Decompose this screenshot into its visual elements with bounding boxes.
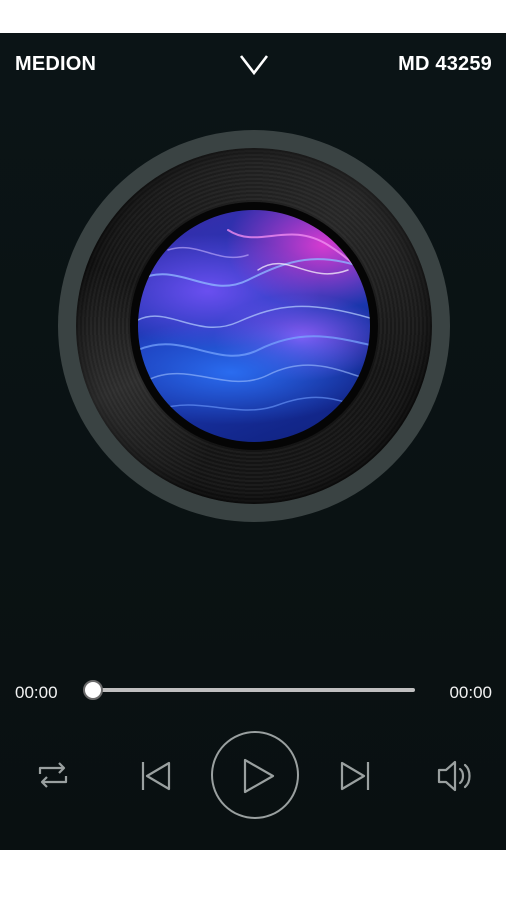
seek-bar[interactable] bbox=[83, 680, 415, 700]
seek-thumb[interactable] bbox=[83, 680, 103, 700]
device-model-label: MD 43259 bbox=[398, 53, 492, 75]
player-screen: MEDION MD 43259 00:00 00:00 bbox=[0, 33, 506, 850]
chevron-down-icon[interactable] bbox=[237, 49, 271, 79]
total-time: 00:00 bbox=[449, 683, 492, 702]
playback-controls bbox=[0, 731, 506, 821]
volume-icon[interactable] bbox=[436, 758, 476, 794]
repeat-icon[interactable] bbox=[34, 758, 72, 792]
brand-label: MEDION bbox=[15, 53, 97, 75]
skip-previous-icon[interactable] bbox=[139, 760, 173, 792]
play-button[interactable] bbox=[211, 731, 299, 819]
current-time: 00:00 bbox=[15, 683, 58, 702]
album-artwork bbox=[138, 210, 370, 442]
skip-next-icon[interactable] bbox=[338, 760, 372, 792]
play-icon bbox=[242, 758, 276, 799]
vinyl-disc bbox=[58, 130, 450, 522]
header: MEDION MD 43259 bbox=[0, 33, 506, 93]
